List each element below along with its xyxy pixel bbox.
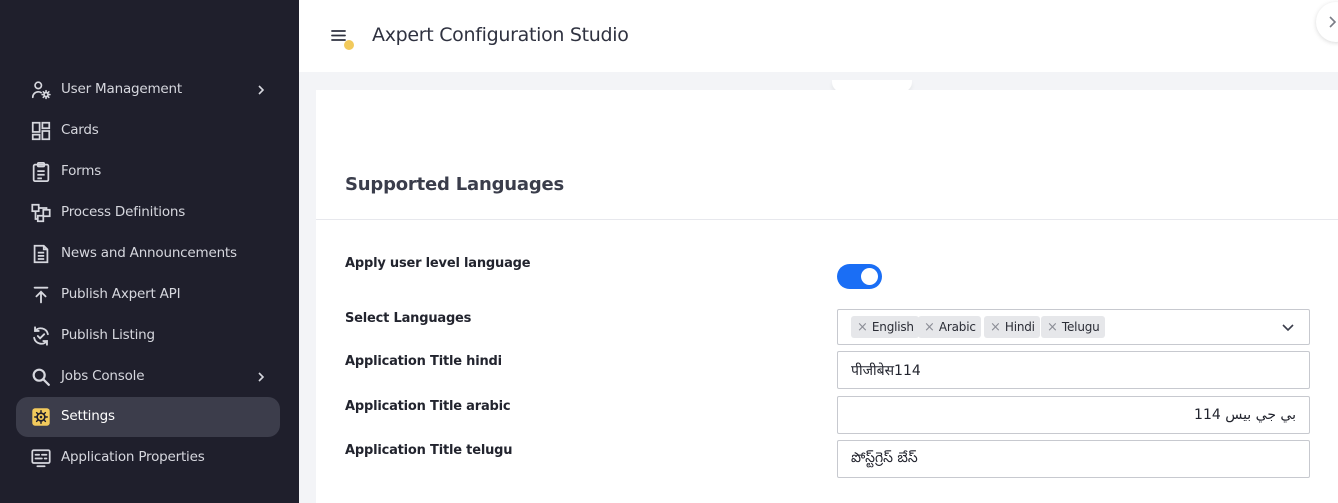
chevron-down-icon[interactable] (1281, 322, 1295, 332)
sidebar-item-cards[interactable]: Cards (16, 111, 280, 151)
top-header: Axpert Configuration Studio (299, 0, 1338, 72)
sidebar-item-label: Cards (61, 122, 99, 138)
settings-icon (30, 406, 52, 428)
properties-icon (30, 447, 52, 469)
toggle-knob (861, 268, 878, 285)
title-arabic-input[interactable]: بي جي بيس 114 (837, 396, 1310, 434)
user-gear-icon (30, 79, 52, 101)
title-hindi-input[interactable]: पीजीबेस114 (837, 351, 1310, 389)
chevron-right-icon (1329, 16, 1337, 28)
chevron-right-icon (258, 85, 265, 95)
title-telugu-label: Application Title telugu (345, 443, 513, 458)
sidebar-item-application-properties[interactable]: Application Properties (16, 438, 280, 478)
sidebar-item-settings[interactable]: Settings (16, 397, 280, 437)
sidebar-item-label: Forms (61, 163, 102, 179)
language-chip-hindi: × Hindi (984, 316, 1040, 338)
sidebar-item-label: Jobs Console (61, 368, 145, 384)
sidebar-item-label: Publish Axpert API (61, 286, 181, 302)
flowchart-icon (30, 202, 52, 224)
upload-icon (30, 284, 52, 306)
sidebar-item-publish-listing[interactable]: Publish Listing (16, 316, 280, 356)
remove-chip-icon[interactable]: × (1047, 321, 1058, 334)
remove-chip-icon[interactable]: × (924, 321, 935, 334)
apply-user-level-language-label: Apply user level language (345, 256, 531, 271)
title-hindi-label: Application Title hindi (345, 354, 502, 369)
sidebar-item-label: Publish Listing (61, 327, 155, 343)
apply-user-level-language-toggle[interactable] (837, 264, 882, 289)
section-divider (316, 219, 1338, 220)
sidebar-item-label: News and Announcements (61, 245, 237, 261)
section-title: Supported Languages (345, 174, 565, 195)
sidebar: User Management Cards Forms Process Defi… (0, 0, 299, 503)
clipboard-icon (30, 161, 52, 183)
sidebar-item-label: Process Definitions (61, 204, 186, 220)
document-icon (30, 243, 52, 265)
sync-check-icon (30, 325, 52, 347)
sidebar-item-jobs-console[interactable]: Jobs Console (16, 357, 280, 397)
title-telugu-input[interactable]: పోస్ట్‌గ్రెస్ బేస్ (837, 440, 1310, 478)
sidebar-item-label: Settings (61, 408, 115, 424)
select-languages-multiselect[interactable]: × English × Arabic × Hindi × Telugu (837, 309, 1310, 345)
collapse-panel-button[interactable] (1316, 2, 1338, 42)
sidebar-item-process-definitions[interactable]: Process Definitions (16, 193, 280, 233)
select-languages-label: Select Languages (345, 311, 472, 326)
sidebar-item-label: Application Properties (61, 449, 205, 465)
chevron-right-icon (258, 372, 265, 382)
sidebar-item-label: User Management (61, 81, 182, 97)
search-icon (30, 366, 52, 388)
remove-chip-icon[interactable]: × (990, 321, 1001, 334)
sidebar-item-forms[interactable]: Forms (16, 152, 280, 192)
sidebar-item-publish-axpert-api[interactable]: Publish Axpert API (16, 275, 280, 315)
sidebar-item-news-and-announcements[interactable]: News and Announcements (16, 234, 280, 274)
language-chip-telugu: × Telugu (1041, 316, 1105, 338)
sidebar-item-user-management[interactable]: User Management (16, 70, 280, 110)
language-chip-english: × English (851, 316, 919, 338)
remove-chip-icon[interactable]: × (857, 321, 868, 334)
title-arabic-label: Application Title arabic (345, 399, 511, 414)
app-title: Axpert Configuration Studio (372, 24, 629, 46)
dashboard-icon (30, 120, 52, 142)
notification-dot (344, 40, 354, 50)
language-chip-arabic: × Arabic (918, 316, 981, 338)
